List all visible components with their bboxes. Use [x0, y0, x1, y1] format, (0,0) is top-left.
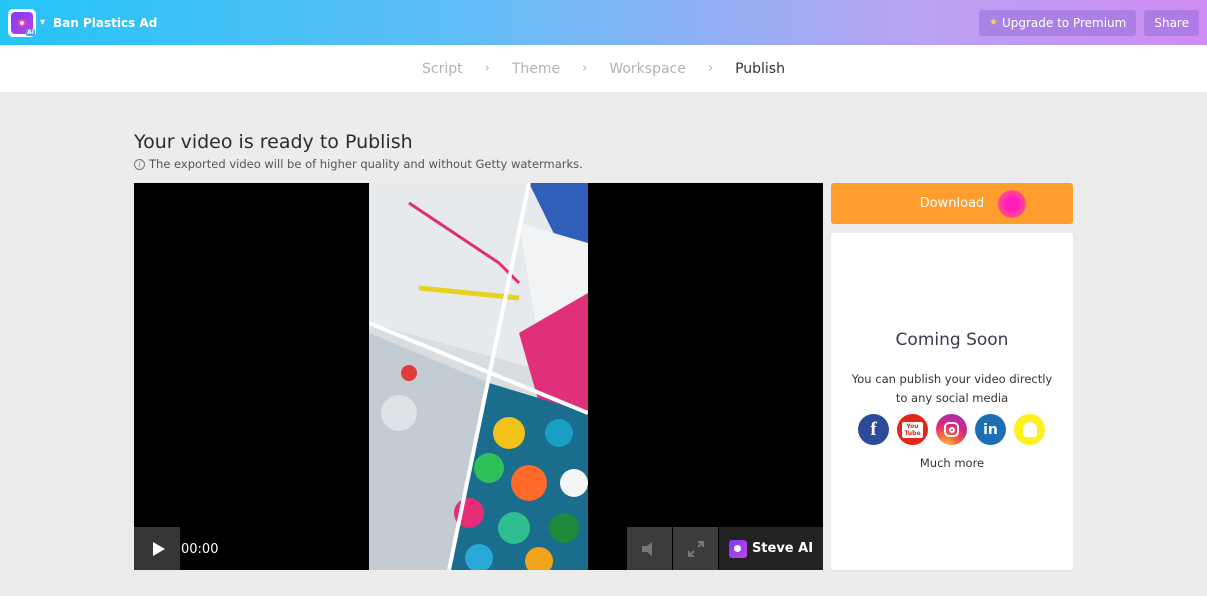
steps-breadcrumb: Script › Theme › Workspace › Publish: [0, 45, 1207, 92]
share-button[interactable]: Share: [1144, 9, 1199, 36]
coming-soon-line-2: to any social media: [895, 391, 1009, 405]
coming-soon-text: You can publish your video directly to a…: [831, 370, 1073, 408]
chevron-down-icon[interactable]: ▾: [40, 17, 45, 28]
export-note: i The exported video will be of higher q…: [134, 157, 583, 171]
play-button[interactable]: [134, 527, 180, 570]
steve-ai-logo-icon: [728, 539, 747, 558]
page-title: Your video is ready to Publish: [134, 131, 413, 153]
chevron-right-icon: ›: [484, 61, 490, 76]
coming-soon-line-1: You can publish your video directly: [851, 372, 1053, 386]
youtube-icon[interactable]: You Tube: [897, 414, 928, 445]
volume-icon: [641, 541, 652, 556]
project-name[interactable]: Ban Plastics Ad: [53, 16, 157, 30]
step-publish[interactable]: Publish: [735, 61, 785, 77]
video-thumbnail-image: [369, 183, 588, 570]
export-note-text: The exported video will be of higher qua…: [149, 157, 583, 171]
volume-button[interactable]: [627, 527, 672, 570]
logo-ai-badge: AI: [26, 28, 35, 36]
play-icon: [152, 541, 165, 556]
coming-soon-card: Coming Soon You can publish your video d…: [831, 233, 1073, 570]
steve-ai-label: Steve AI: [751, 541, 814, 556]
coming-soon-title: Coming Soon: [895, 330, 1009, 350]
step-workspace[interactable]: Workspace: [609, 61, 686, 77]
player-controls-right: Steve AI: [627, 527, 823, 570]
chevron-right-icon: ›: [707, 61, 714, 76]
much-more-label: Much more: [919, 456, 985, 470]
chevron-right-icon: ›: [582, 61, 588, 76]
star-icon: ★: [989, 17, 998, 28]
step-script[interactable]: Script: [422, 61, 463, 77]
steve-ai-watermark[interactable]: Steve AI: [719, 527, 823, 570]
top-bar: AI ▾ Ban Plastics Ad ★ Upgrade to Premiu…: [0, 0, 1207, 45]
fullscreen-icon: [687, 540, 704, 557]
cursor-highlight: [998, 190, 1026, 218]
video-frame: [369, 183, 588, 570]
app-logo-icon[interactable]: AI: [8, 8, 36, 37]
info-icon: i: [134, 158, 145, 170]
playback-time: 00:00: [181, 542, 219, 557]
fullscreen-button[interactable]: [673, 527, 718, 570]
step-theme[interactable]: Theme: [512, 61, 560, 77]
video-player[interactable]: 00:00 Steve AI: [134, 183, 823, 570]
facebook-icon[interactable]: f: [858, 414, 889, 445]
snapchat-icon[interactable]: [1014, 414, 1045, 445]
instagram-icon[interactable]: [936, 414, 967, 445]
upgrade-premium-label: Upgrade to Premium: [1001, 15, 1127, 30]
download-button[interactable]: Download: [831, 183, 1073, 224]
upgrade-premium-button[interactable]: ★ Upgrade to Premium: [979, 9, 1137, 36]
linkedin-icon[interactable]: in: [975, 414, 1006, 445]
social-icons: f You Tube in: [858, 414, 1045, 445]
